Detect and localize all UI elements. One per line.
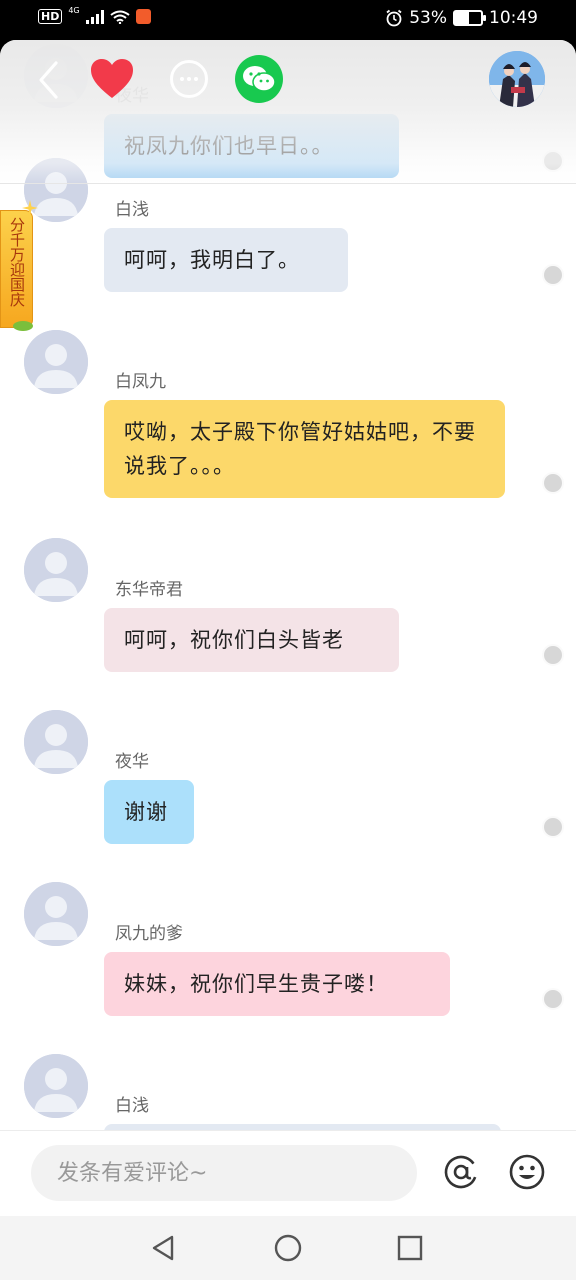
more-button[interactable] xyxy=(170,60,208,98)
wifi-icon xyxy=(110,10,130,24)
default-avatar-icon xyxy=(24,882,88,946)
message-list[interactable]: 夜华祝凤九你们也早日。。白浅呵呵，我明白了。白凤九哎呦，太子殿下你管好姑姑吧，不… xyxy=(0,40,576,1130)
nav-recent-icon[interactable] xyxy=(394,1232,426,1264)
leaf-icon xyxy=(13,321,33,331)
network-type: 4G xyxy=(68,6,80,15)
message-item: 东华帝君呵呵，祝你们白头皆老 xyxy=(0,538,576,678)
message-bubble[interactable]: 妹妹，祝你们早生贵子喽！ xyxy=(104,952,450,1016)
clock: 10:49 xyxy=(489,8,538,28)
message-item: 凤九的爹妹妹，祝你们早生贵子喽！ xyxy=(0,882,576,1022)
promo-text: 分千万迎国庆 xyxy=(8,217,26,307)
reply-indicator[interactable] xyxy=(542,264,564,286)
top-toolbar xyxy=(0,40,576,185)
default-avatar-icon xyxy=(24,538,88,602)
message-item: 白凤九哎呦，太子殿下你管好姑姑吧，不要说我了。。。 xyxy=(0,330,576,498)
dot xyxy=(180,77,184,81)
sender-name: 白浅 xyxy=(115,200,149,220)
status-left: HD 4G xyxy=(38,6,151,24)
wechat-share-button[interactable] xyxy=(235,55,283,103)
comment-input[interactable] xyxy=(31,1145,417,1201)
sender-name: 夜华 xyxy=(115,752,149,772)
sender-avatar[interactable] xyxy=(24,710,88,774)
sender-name: 东华帝君 xyxy=(115,580,183,600)
hd-badge: HD xyxy=(38,9,63,24)
dot xyxy=(187,77,191,81)
sender-name: 白凤九 xyxy=(115,372,166,392)
battery-percent: 53% xyxy=(409,8,447,28)
reply-indicator[interactable] xyxy=(542,988,564,1010)
nav-back-icon[interactable] xyxy=(148,1232,180,1264)
sender-avatar[interactable] xyxy=(24,1054,88,1118)
sender-avatar[interactable] xyxy=(24,882,88,946)
default-avatar-icon xyxy=(24,710,88,774)
reply-indicator[interactable] xyxy=(542,472,564,494)
message-bubble[interactable]: 呵呵，我明白了。 xyxy=(104,228,348,292)
emoji-button[interactable] xyxy=(508,1153,546,1191)
message-bubble[interactable]: 哎呦，太子殿下你管好姑姑吧，不要说我了。。。 xyxy=(104,400,505,498)
message-bubble[interactable]: 呵呵，祝你们白头皆老 xyxy=(104,608,399,672)
message-item: 白浅 xyxy=(0,1054,576,1130)
message-bubble[interactable]: 谢谢 xyxy=(104,780,194,844)
default-avatar-icon xyxy=(24,330,88,394)
dot xyxy=(194,77,198,81)
profile-avatar[interactable] xyxy=(489,51,545,107)
sparkle-icon xyxy=(22,200,38,216)
system-nav-bar xyxy=(0,1216,576,1280)
default-avatar-icon xyxy=(24,1054,88,1118)
like-button[interactable] xyxy=(90,58,134,100)
chat-screen: 夜华祝凤九你们也早日。。白浅呵呵，我明白了。白凤九哎呦，太子殿下你管好姑姑吧，不… xyxy=(0,40,576,1280)
profile-photo xyxy=(489,51,545,107)
sender-name: 白浅 xyxy=(115,1096,149,1116)
sender-avatar[interactable] xyxy=(24,330,88,394)
back-button[interactable] xyxy=(36,60,60,100)
battery-icon xyxy=(453,10,486,26)
message-item: 夜华谢谢 xyxy=(0,710,576,850)
app-notification-icon xyxy=(135,9,151,24)
wechat-icon xyxy=(243,66,276,92)
sender-avatar[interactable] xyxy=(24,538,88,602)
mention-button[interactable] xyxy=(442,1153,480,1191)
signal-icon xyxy=(85,9,104,24)
comment-bar xyxy=(0,1130,576,1216)
nav-home-icon[interactable] xyxy=(272,1232,304,1264)
reply-indicator[interactable] xyxy=(542,816,564,838)
status-right: 53% 10:49 xyxy=(385,8,538,28)
sender-name: 凤九的爹 xyxy=(115,924,183,944)
reply-indicator[interactable] xyxy=(542,644,564,666)
promo-banner[interactable]: 分千万迎国庆 xyxy=(0,210,33,328)
alarm-icon xyxy=(386,9,402,27)
status-bar: HD 4G 53% 10:49 xyxy=(0,0,576,40)
toolbar-divider xyxy=(0,183,576,184)
